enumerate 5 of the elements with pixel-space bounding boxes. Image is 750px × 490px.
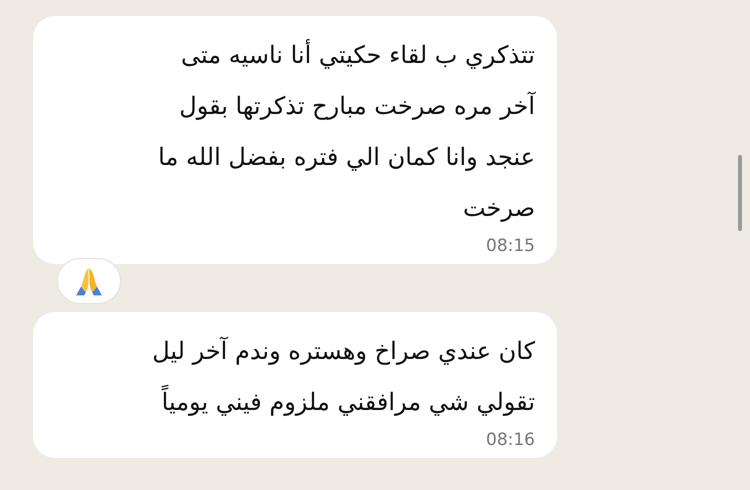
reaction-pill[interactable] [57, 258, 121, 304]
message-time: 08:15 [486, 236, 535, 256]
message-text: كان عندي صراخ وهستره وندم آخر ليل تقولي شي مرافقني ملزوم فيني يومياً [152, 336, 535, 418]
message-time: 08:16 [486, 430, 535, 450]
message-text: تتذكري ب لقاء حكيتي أنا ناسيه متى آخر مره صرخت مبارح تذكرتها بقول عنجد وانا كمان الي فتره بفضل الله ما صرخت [158, 38, 535, 224]
